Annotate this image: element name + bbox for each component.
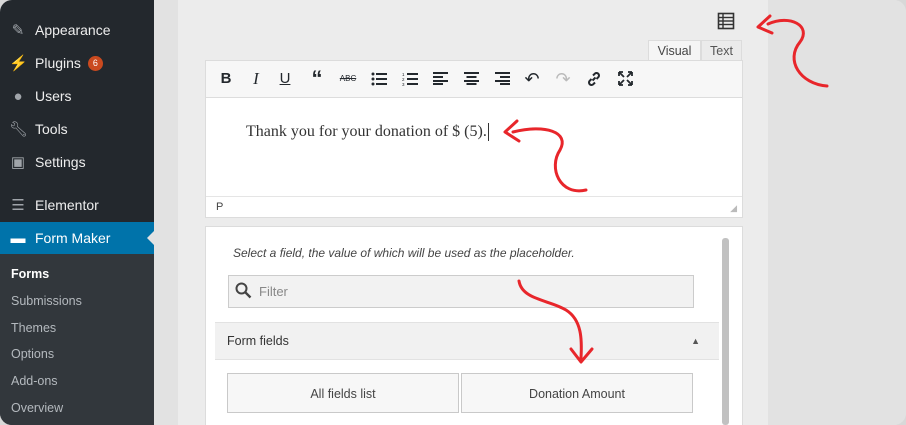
- sidebar-item-label: Plugins: [35, 55, 81, 71]
- wrench-icon: 🔧︎: [9, 121, 29, 138]
- bold-icon[interactable]: B: [214, 67, 238, 91]
- strikethrough-icon[interactable]: ABC: [336, 67, 360, 91]
- sidebar-item-label: Appearance: [35, 22, 111, 38]
- panel-scrollbar[interactable]: [722, 238, 729, 425]
- sidebar-item-label: Settings: [35, 154, 86, 170]
- menu-separator: [0, 183, 154, 184]
- active-indicator: [147, 231, 154, 245]
- align-right-icon[interactable]: [490, 67, 514, 91]
- sidebar-item-settings[interactable]: ▣ Settings: [0, 146, 154, 178]
- users-icon: ●: [13, 87, 23, 105]
- undo-icon[interactable]: ↶: [520, 67, 544, 91]
- submenu-item-submissions[interactable]: Submissions: [11, 294, 82, 308]
- tab-visual[interactable]: Visual: [648, 40, 701, 62]
- text-cursor: [487, 123, 489, 142]
- editor-text[interactable]: Thank you for your donation of $ (5).: [246, 123, 489, 142]
- svg-text:3: 3: [402, 82, 405, 86]
- editor-toolbar: B I U “ ABC 123 ↶ ↷: [206, 61, 742, 98]
- tab-text[interactable]: Text: [701, 40, 742, 62]
- sidebar-item-appearance[interactable]: ✎ Appearance: [0, 14, 154, 46]
- italic-icon[interactable]: I: [244, 67, 268, 91]
- rich-text-editor: B I U “ ABC 123 ↶ ↷ Thank you for your d…: [205, 60, 743, 218]
- table-view-icon[interactable]: [717, 12, 735, 30]
- filter-field[interactable]: [228, 275, 694, 308]
- collapse-arrow-icon[interactable]: ▲: [691, 336, 700, 346]
- section-title: Form fields: [227, 334, 289, 348]
- underline-icon[interactable]: U: [273, 67, 297, 91]
- editor-statusbar: P ◢: [206, 196, 742, 218]
- submenu-item-options[interactable]: Options: [11, 347, 54, 361]
- screenshot-frame: ✎ Appearance ⚡ Plugins 6 ● Users 🔧︎ Tool…: [0, 0, 906, 425]
- sidebar-item-label: Elementor: [35, 197, 99, 213]
- sidebar-item-label: Tools: [35, 121, 68, 137]
- blockquote-icon[interactable]: “: [305, 67, 329, 91]
- form-maker-submenu: Forms Submissions Themes Options Add-ons…: [0, 254, 154, 425]
- form-icon: ▬: [10, 229, 26, 247]
- all-fields-list-button[interactable]: All fields list: [227, 373, 459, 413]
- sidebar-item-elementor[interactable]: ☰ Elementor: [0, 189, 154, 221]
- editor-content-area[interactable]: Thank you for your donation of $ (5).: [206, 98, 742, 196]
- sidebar-item-tools[interactable]: 🔧︎ Tools: [0, 113, 154, 145]
- settings-icon: ▣: [10, 154, 26, 171]
- link-icon[interactable]: [582, 67, 606, 91]
- donation-amount-button[interactable]: Donation Amount: [461, 373, 693, 413]
- search-icon: [235, 282, 252, 299]
- update-count-badge: 6: [87, 55, 103, 71]
- submenu-item-overview[interactable]: Overview: [11, 401, 63, 415]
- submenu-item-forms[interactable]: Forms: [11, 267, 49, 281]
- paintbrush-icon: ✎: [11, 22, 25, 39]
- resize-handle-icon[interactable]: ◢: [730, 203, 737, 214]
- element-path[interactable]: P: [216, 201, 223, 213]
- plug-icon: ⚡: [9, 55, 28, 72]
- submenu-item-themes[interactable]: Themes: [11, 321, 56, 335]
- sidebar-item-users[interactable]: ● Users: [0, 80, 154, 112]
- filter-input[interactable]: [257, 276, 681, 307]
- align-left-icon[interactable]: [428, 67, 452, 91]
- redo-icon[interactable]: ↷: [551, 67, 575, 91]
- align-center-icon[interactable]: [459, 67, 483, 91]
- placeholder-hint: Select a field, the value of which will …: [233, 246, 575, 260]
- sidebar-item-plugins[interactable]: ⚡ Plugins 6: [0, 47, 154, 79]
- sidebar-item-label: Users: [35, 88, 72, 104]
- elementor-icon: ☰: [11, 197, 25, 214]
- sidebar-item-form-maker[interactable]: ▬ Form Maker: [0, 222, 154, 254]
- admin-sidebar: ✎ Appearance ⚡ Plugins 6 ● Users 🔧︎ Tool…: [0, 0, 154, 425]
- sidebar-item-label: Form Maker: [35, 230, 111, 246]
- bullet-list-icon[interactable]: [367, 67, 391, 91]
- fullscreen-icon[interactable]: [613, 67, 637, 91]
- submenu-item-add-ons[interactable]: Add-ons: [11, 374, 58, 388]
- numbered-list-icon[interactable]: 123: [398, 67, 422, 91]
- form-fields-section-header[interactable]: Form fields ▲: [215, 322, 719, 360]
